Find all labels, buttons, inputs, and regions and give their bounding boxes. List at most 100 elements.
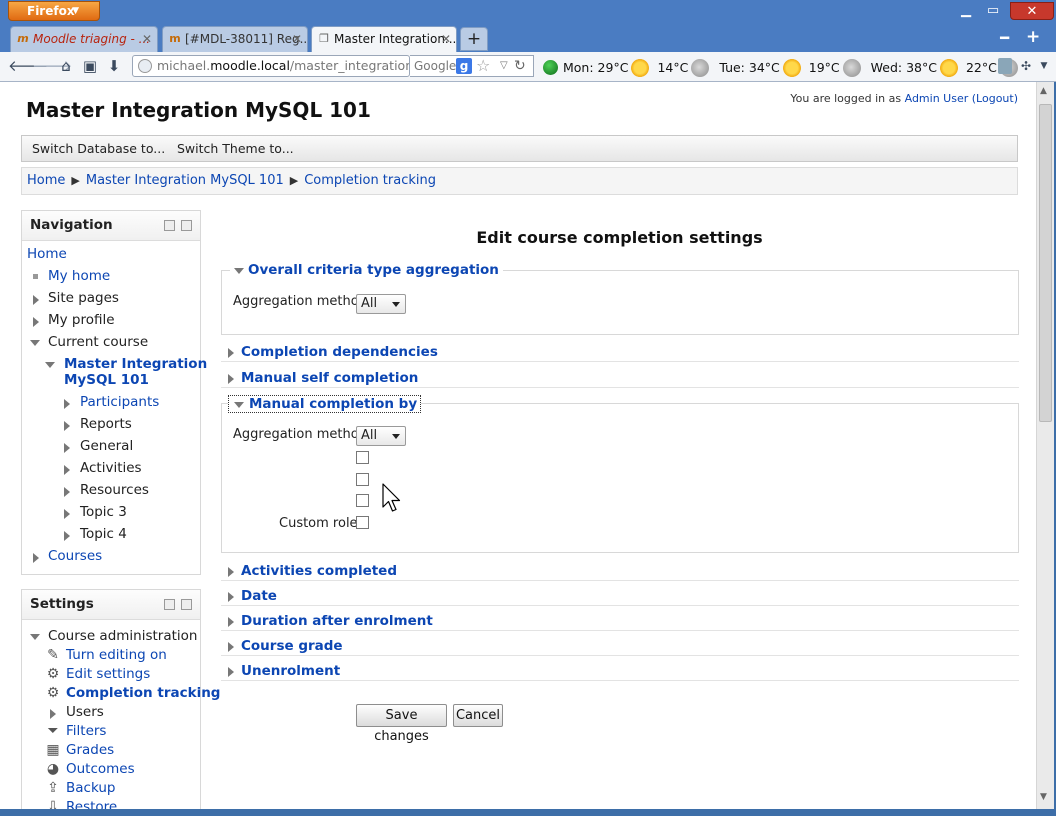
- close-tab-icon[interactable]: ✕: [441, 27, 451, 51]
- completion-dependencies-legend[interactable]: Completion dependencies: [224, 344, 442, 360]
- breadcrumb-home[interactable]: Home: [27, 173, 65, 188]
- collapse-block-icon[interactable]: [181, 599, 192, 610]
- manual-self-completion-legend[interactable]: Manual self completion: [224, 370, 423, 386]
- course-grade-legend[interactable]: Course grade: [224, 638, 347, 654]
- collapse-block-icon[interactable]: [181, 220, 192, 231]
- scrollbar-thumb[interactable]: [1039, 104, 1052, 422]
- expand-arrow-icon[interactable]: [64, 399, 70, 409]
- save-changes-button[interactable]: Save changes: [356, 704, 447, 744]
- addon-icon[interactable]: [998, 58, 1012, 74]
- scroll-up-arrow-icon[interactable]: ▲: [1040, 86, 1047, 96]
- nav-course-name-line2[interactable]: MySQL 101: [64, 372, 149, 388]
- switch-theme-menu[interactable]: Switch Theme to...: [177, 136, 294, 161]
- settings-restore[interactable]: Restore: [66, 799, 117, 809]
- site-identity-icon[interactable]: [138, 59, 152, 73]
- nav-home[interactable]: Home: [27, 246, 67, 262]
- forward-arrow-icon[interactable]: 🡒: [32, 56, 72, 76]
- nav-reports[interactable]: Reports: [80, 416, 132, 432]
- switch-database-menu[interactable]: Switch Database to...: [32, 136, 165, 161]
- new-tab-button[interactable]: +: [460, 27, 488, 51]
- role-checkbox-2[interactable]: [356, 473, 369, 486]
- new-window-icon[interactable]: +: [1026, 27, 1040, 47]
- tab-master-integration[interactable]: ❐ Master Integration... ✕: [311, 26, 457, 53]
- reload-icon[interactable]: ↻: [514, 56, 526, 76]
- close-window-button[interactable]: ✕: [1010, 2, 1054, 20]
- google-icon[interactable]: g: [456, 58, 472, 74]
- download-arrow-icon[interactable]: ⬇: [104, 56, 124, 76]
- nav-activities[interactable]: Activities: [80, 460, 142, 476]
- role-checkbox-3[interactable]: [356, 494, 369, 507]
- back-arrow-icon[interactable]: 🡐: [8, 56, 48, 76]
- duration-after-enrolment-legend[interactable]: Duration after enrolment: [224, 613, 437, 629]
- breadcrumb-course[interactable]: Master Integration MySQL 101: [86, 173, 284, 188]
- custom-role-checkbox[interactable]: [356, 516, 369, 529]
- scroll-down-arrow-icon[interactable]: ▼: [1040, 792, 1047, 802]
- expand-arrow-icon[interactable]: [33, 553, 39, 563]
- nav-courses[interactable]: Courses: [48, 548, 102, 564]
- vertical-scrollbar[interactable]: ▲ ▼: [1036, 82, 1054, 809]
- chevron-down-icon[interactable]: ▼: [1034, 56, 1054, 76]
- date-legend[interactable]: Date: [224, 588, 281, 604]
- nav-site-pages[interactable]: Site pages: [48, 290, 119, 306]
- nav-resources[interactable]: Resources: [80, 482, 149, 498]
- settings-filters[interactable]: Filters: [66, 723, 106, 739]
- nav-participants[interactable]: Participants: [80, 394, 159, 410]
- settings-edit-settings[interactable]: Edit settings: [66, 666, 150, 682]
- bookmark-star-icon[interactable]: ☆: [476, 56, 490, 76]
- user-profile-link[interactable]: Admin User: [905, 92, 969, 105]
- settings-users[interactable]: Users: [66, 704, 104, 720]
- manual-completion-by-legend[interactable]: Manual completion by: [228, 395, 422, 413]
- settings-completion-tracking[interactable]: Completion tracking: [66, 685, 220, 701]
- overall-criteria-legend[interactable]: Overall criteria type aggregation: [230, 262, 503, 278]
- settings-course-administration[interactable]: Course administration: [48, 628, 197, 644]
- home-icon[interactable]: ⌂: [56, 56, 76, 76]
- nav-course-name[interactable]: Master Integration: [64, 356, 207, 372]
- settings-backup[interactable]: Backup: [66, 780, 116, 796]
- settings-turn-editing-on[interactable]: Turn editing on: [66, 647, 167, 663]
- nav-topic-4[interactable]: Topic 4: [80, 526, 127, 542]
- minimize-button[interactable]: ▁: [953, 2, 979, 20]
- expand-arrow-icon[interactable]: [64, 509, 70, 519]
- dock-icon[interactable]: [164, 220, 175, 231]
- dock-icon[interactable]: [164, 599, 175, 610]
- nav-current-course[interactable]: Current course: [48, 334, 148, 350]
- expand-arrow-icon[interactable]: [64, 443, 70, 453]
- nav-my-profile[interactable]: My profile: [48, 312, 115, 328]
- nav-topic-3[interactable]: Topic 3: [80, 504, 127, 520]
- breadcrumb-completion-tracking[interactable]: Completion tracking: [304, 173, 436, 188]
- settings-gear-icon[interactable]: ✣: [1016, 56, 1036, 76]
- nav-my-home[interactable]: My home: [48, 268, 110, 284]
- aggregation-method-select[interactable]: All: [356, 294, 406, 314]
- tab-moodle-triaging[interactable]: m Moodle triaging - ... ✕: [10, 26, 158, 52]
- close-tab-icon[interactable]: ✕: [292, 27, 302, 51]
- settings-outcomes[interactable]: Outcomes: [66, 761, 135, 777]
- chevron-down-icon[interactable]: ▽: [500, 56, 508, 76]
- maximize-button[interactable]: ▭: [980, 2, 1006, 20]
- tab-list-icon[interactable]: ━: [1000, 29, 1009, 47]
- url-bar[interactable]: michael.moodle.local/master_integration/…: [132, 55, 410, 77]
- collapse-arrow-icon[interactable]: [30, 634, 40, 640]
- tab-mdl-38011[interactable]: m [#MDL-38011] Reg... ✕: [162, 26, 308, 52]
- expand-arrow-icon[interactable]: [64, 531, 70, 541]
- close-tab-icon[interactable]: ✕: [142, 27, 152, 51]
- expand-arrow-icon[interactable]: [64, 421, 70, 431]
- collapse-arrow-icon[interactable]: [30, 340, 40, 346]
- bookmark-star-icon[interactable]: ▣: [80, 56, 100, 76]
- cancel-button[interactable]: Cancel: [453, 704, 503, 727]
- expand-arrow-icon[interactable]: [33, 317, 39, 327]
- unenrolment-legend[interactable]: Unenrolment: [224, 663, 345, 679]
- collapse-arrow-icon[interactable]: [45, 362, 55, 368]
- manual-aggregation-method-select[interactable]: All: [356, 426, 406, 446]
- activities-completed-legend[interactable]: Activities completed: [224, 563, 401, 579]
- expand-arrow-icon[interactable]: [64, 465, 70, 475]
- search-input[interactable]: Google g ☆ ▽ ↻: [410, 55, 534, 77]
- weather-globe-icon[interactable]: [543, 60, 558, 75]
- expand-arrow-icon[interactable]: [33, 295, 39, 305]
- expand-arrow-icon[interactable]: [50, 709, 56, 719]
- expand-arrow-icon[interactable]: [64, 487, 70, 497]
- firefox-menu-button[interactable]: Firefox ▼: [8, 1, 100, 21]
- nav-general[interactable]: General: [80, 438, 133, 454]
- role-checkbox-1[interactable]: [356, 451, 369, 464]
- settings-grades[interactable]: Grades: [66, 742, 114, 758]
- logout-link[interactable]: (Logout): [972, 92, 1018, 105]
